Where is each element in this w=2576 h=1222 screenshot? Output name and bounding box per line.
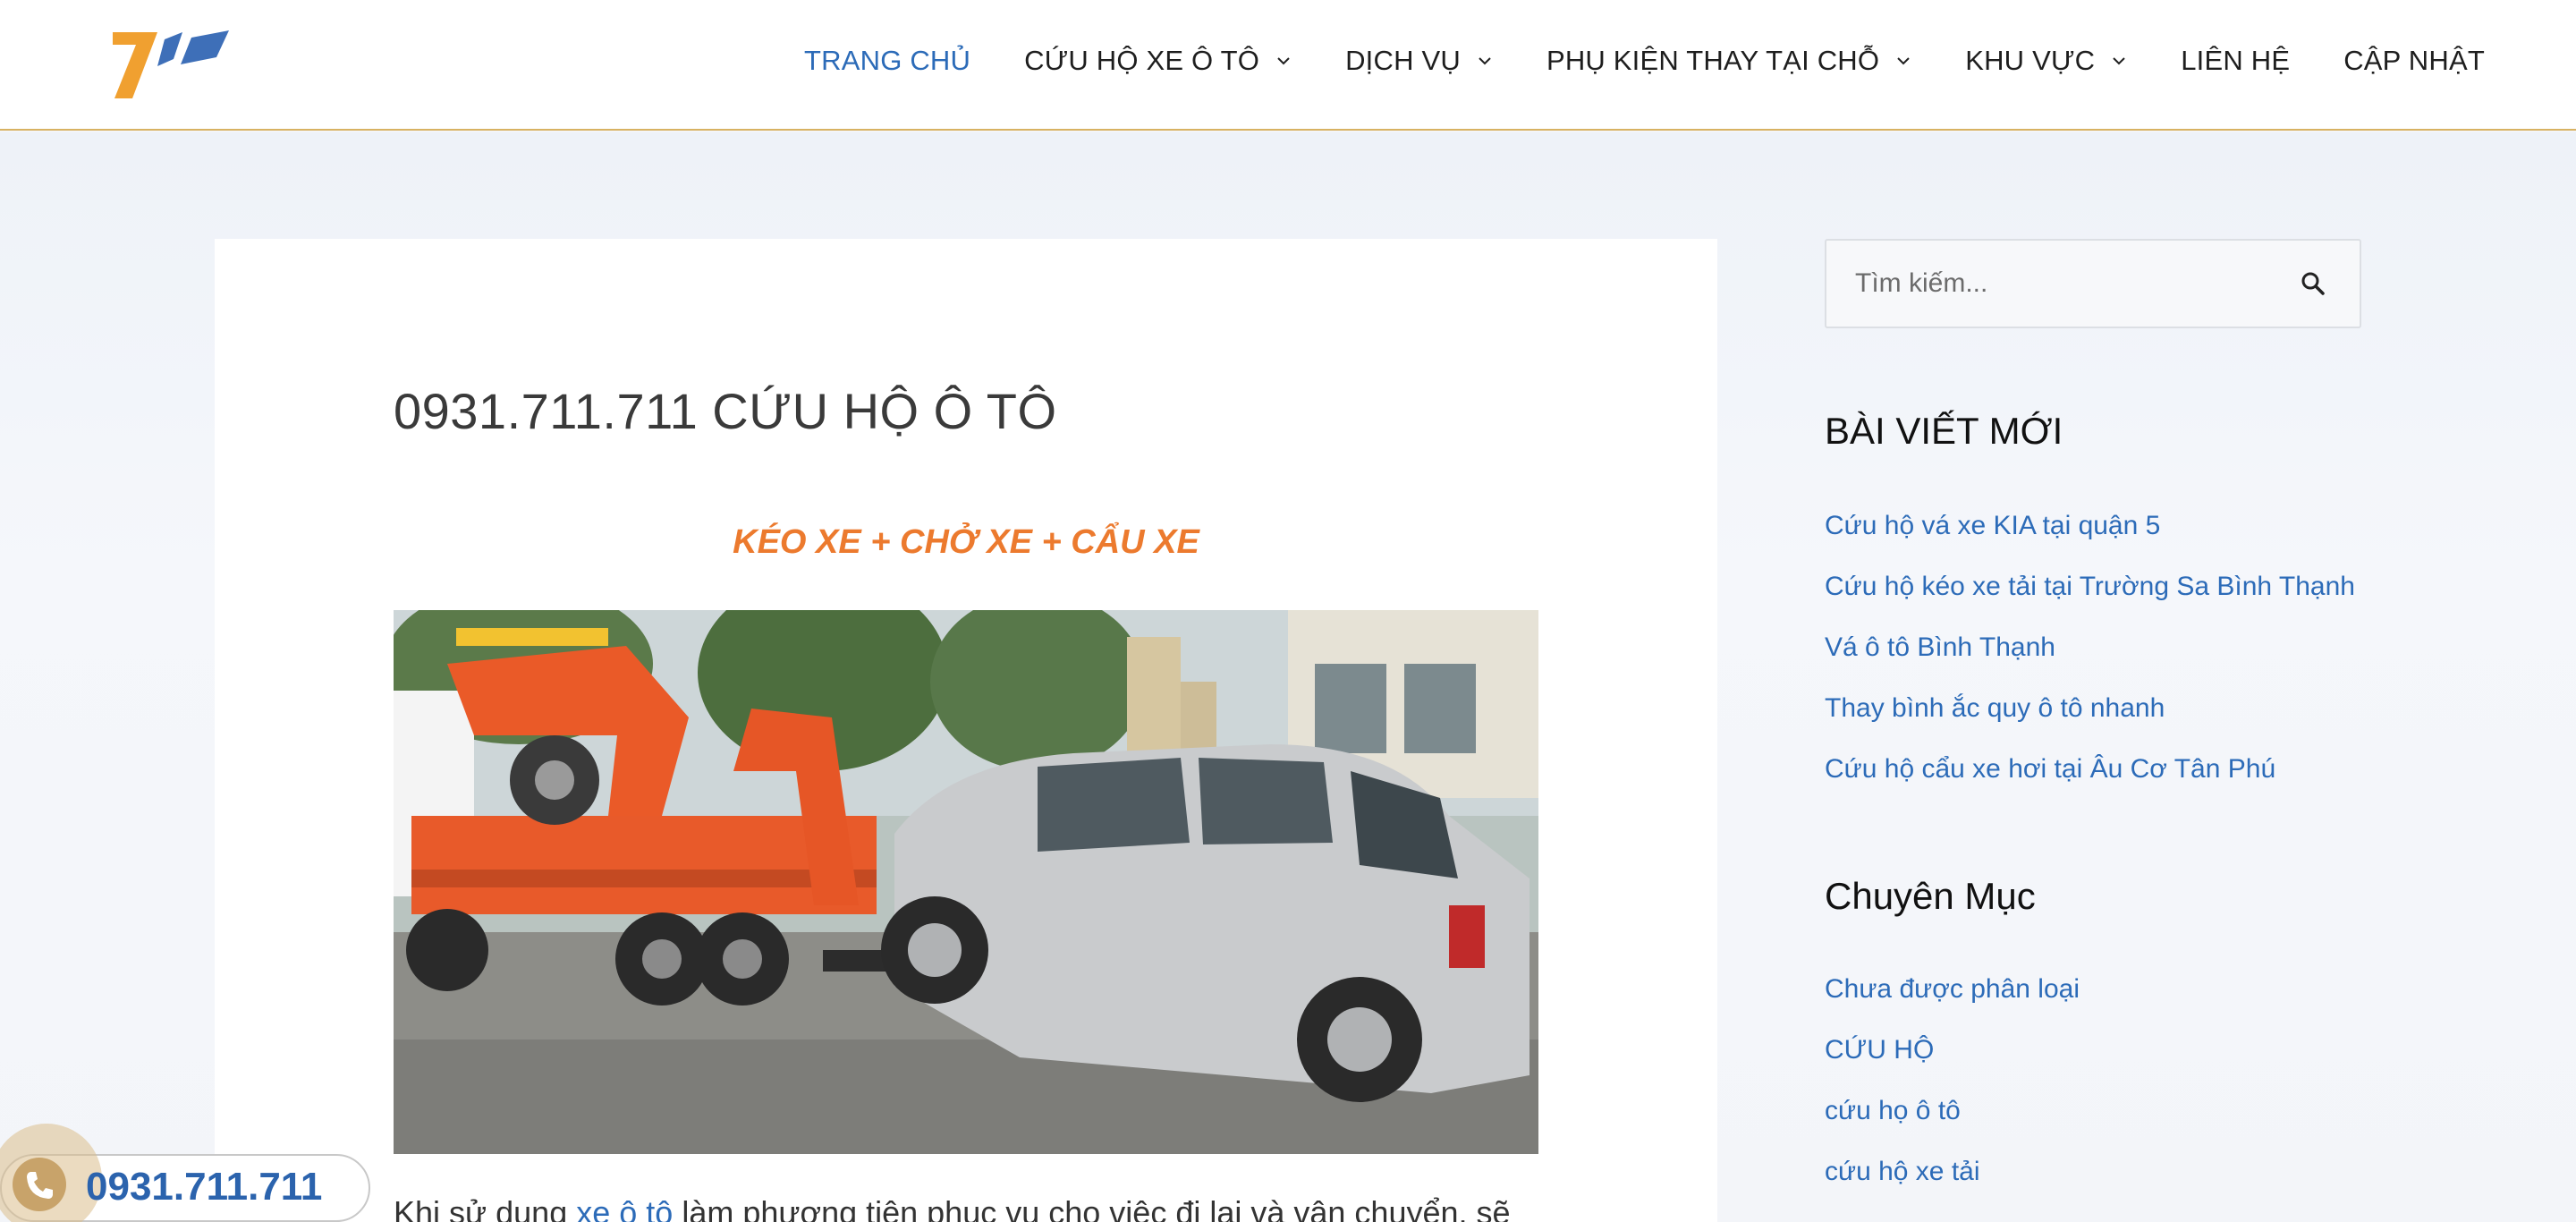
recent-post-link[interactable]: Vá ô tô Bình Thạnh (1825, 630, 2355, 691)
post-subheading: KÉO XE + CHỞ XE + CẨU XE (733, 523, 1199, 561)
body-text-end: làm phương tiện phục vụ cho việc đi lại … (673, 1194, 1511, 1222)
recent-post-link[interactable]: Cứu hộ vá xe KIA tại quận 5 (1825, 508, 2355, 569)
category-link[interactable]: Chưa được phân loại (1825, 972, 2080, 1032)
site-header: TRANG CHỦ CỨU HỘ XE Ô TÔ DỊCH VỤ PHỤ KIỆ… (0, 0, 2576, 131)
nav-item-updates[interactable]: CẬP NHẬT (2343, 45, 2485, 77)
nav-label: KHU VỰC (1965, 45, 2096, 76)
nav-item-contact[interactable]: LIÊN HỆ (2181, 45, 2290, 77)
nav-label: CẬP NHẬT (2343, 45, 2485, 76)
nav-item-home[interactable]: TRANG CHỦ (804, 45, 970, 77)
category-link[interactable]: cứu hộ xe tải (1825, 1154, 2080, 1215)
post-body-text: Khi sử dụng xe ô tô làm phương tiện phục… (394, 1194, 1511, 1222)
body-text-start: Khi sử dụng (394, 1194, 577, 1222)
article-card: 0931.711.711 CỨU HỘ Ô TÔ KÉO XE + CHỞ XE… (215, 239, 1717, 1222)
category-link[interactable]: CỨU HỘ (1825, 1032, 2080, 1093)
chevron-down-icon (1897, 57, 1910, 65)
site-logo[interactable] (106, 27, 240, 104)
categories-list: Chưa được phân loại CỨU HỘ cứu họ ô tô c… (1825, 972, 2080, 1215)
search-form (1825, 239, 2361, 328)
nav-item-rescue[interactable]: CỨU HỘ XE Ô TÔ (1024, 45, 1292, 77)
floating-phone-number[interactable]: 0931.711.711 (86, 1165, 322, 1209)
phone-icon[interactable] (21, 1167, 57, 1202)
nav-label: PHỤ KIỆN THAY TẠI CHỖ (1546, 45, 1880, 76)
recent-post-link[interactable]: Cứu hộ cẩu xe hơi tại Âu Cơ Tân Phú (1825, 751, 2355, 812)
recent-posts-title: BÀI VIẾT MỚI (1825, 410, 2063, 452)
body-link-car[interactable]: xe ô tô (576, 1194, 673, 1222)
nav-item-accessories[interactable]: PHỤ KIỆN THAY TẠI CHỖ (1546, 45, 1911, 77)
chevron-down-icon (2113, 57, 2125, 65)
nav-item-services[interactable]: DỊCH VỤ (1345, 45, 1493, 77)
search-input[interactable] (1826, 241, 2292, 327)
recent-post-link[interactable]: Cứu hộ kéo xe tải tại Trường Sa Bình Thạ… (1825, 569, 2355, 630)
nav-label: DỊCH VỤ (1345, 45, 1461, 76)
categories-title: Chuyên Mục (1825, 875, 2036, 917)
recent-post-link[interactable]: Thay bình ắc quy ô tô nhanh (1825, 691, 2355, 751)
nav-label: CỨU HỘ XE Ô TÔ (1024, 45, 1260, 76)
recent-posts-list: Cứu hộ vá xe KIA tại quận 5 Cứu hộ kéo x… (1825, 508, 2355, 812)
page-title: 0931.711.711 CỨU HỘ Ô TÔ (394, 383, 1057, 439)
nav-label: TRANG CHỦ (804, 45, 971, 76)
chevron-down-icon (1479, 57, 1491, 65)
category-link[interactable]: cứu họ ô tô (1825, 1093, 2080, 1154)
hero-image-tow-truck (394, 610, 1538, 1154)
chevron-down-icon (1277, 57, 1290, 65)
main-nav: TRANG CHỦ CỨU HỘ XE Ô TÔ DỊCH VỤ PHỤ KIỆ… (750, 45, 2485, 77)
search-icon[interactable] (2299, 269, 2327, 298)
nav-item-region[interactable]: KHU VỰC (1965, 45, 2127, 77)
tow-truck-illustration (394, 610, 1538, 1154)
nav-label: LIÊN HỆ (2181, 45, 2291, 76)
